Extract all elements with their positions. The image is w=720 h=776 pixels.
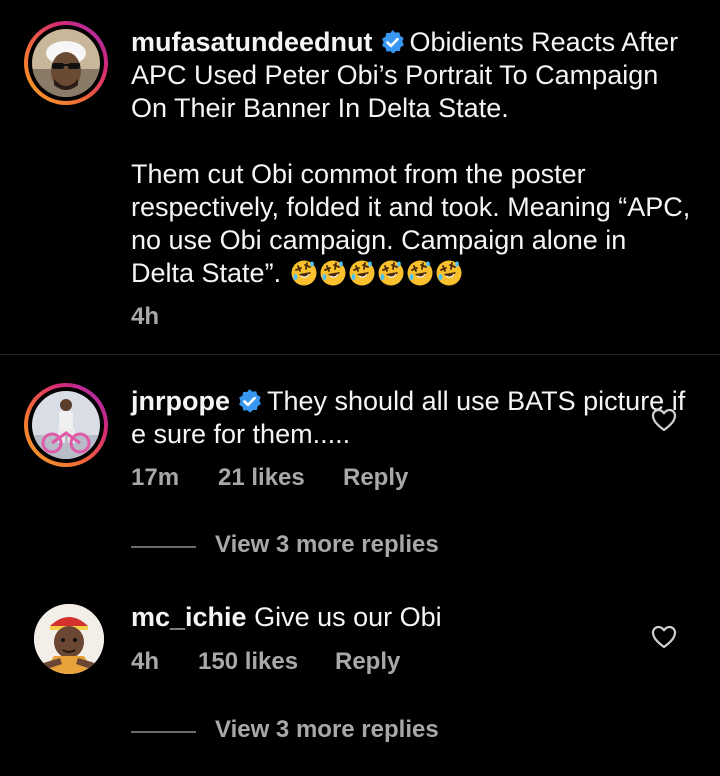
caption-divider (0, 354, 720, 355)
rolling-laughing-emoji-icon (407, 260, 433, 286)
replies-line (131, 546, 196, 548)
username-mc_ichie[interactable]: mc_ichie (131, 602, 247, 632)
rolling-laughing-emoji-icon (320, 260, 346, 286)
verified-badge-icon (381, 30, 404, 54)
avatar-jnrpope (32, 391, 100, 459)
reply-button[interactable]: Reply (335, 648, 400, 676)
comment-text: mc_ichie Give us our Obi (131, 601, 691, 634)
view-more-replies-label: View 3 more replies (215, 531, 439, 558)
comment-timestamp: 4h (131, 648, 160, 675)
likes-count-link[interactable]: 150 likes (198, 648, 298, 676)
caption-paragraph-2-wrap: Them cut Obi commot from the poster resp… (131, 158, 691, 290)
view-more-replies-label: View 3 more replies (215, 716, 439, 743)
username-mufasatundeednut[interactable]: mufasatundeednut (131, 27, 373, 57)
avatar-mufasatundeednut (32, 29, 100, 97)
rolling-laughing-emoji-icon (378, 260, 404, 286)
rolling-laughing-emoji-icon (349, 260, 375, 286)
rolling-laughing-emoji-icon (291, 260, 317, 286)
avatar-mc_ichie[interactable] (34, 604, 104, 674)
avatar-image (34, 604, 104, 674)
comment-timestamp: 17m (131, 464, 180, 491)
comment-text: jnrpope They should all use BATS picture… (131, 385, 691, 451)
rolling-laughing-emoji-icon (436, 260, 462, 286)
verified-badge-icon (239, 389, 261, 413)
avatar-image (32, 391, 100, 459)
username-jnrpope[interactable]: jnrpope (131, 386, 230, 416)
replies-line (131, 731, 196, 733)
avatar-image (32, 29, 100, 97)
avatar-story-ring[interactable] (24, 21, 108, 105)
heart-outline-icon[interactable] (651, 625, 677, 649)
heart-outline-icon[interactable] (651, 408, 677, 432)
avatar-story-ring[interactable] (24, 383, 108, 467)
emoji-row (289, 258, 463, 288)
likes-count-link[interactable]: 21 likes (218, 464, 305, 492)
caption-timestamp: 4h (131, 303, 160, 330)
comment-body: Give us our Obi (254, 602, 442, 632)
caption-text: mufasatundeednut Obidients Reacts After … (131, 26, 691, 290)
reply-button[interactable]: Reply (343, 464, 408, 492)
